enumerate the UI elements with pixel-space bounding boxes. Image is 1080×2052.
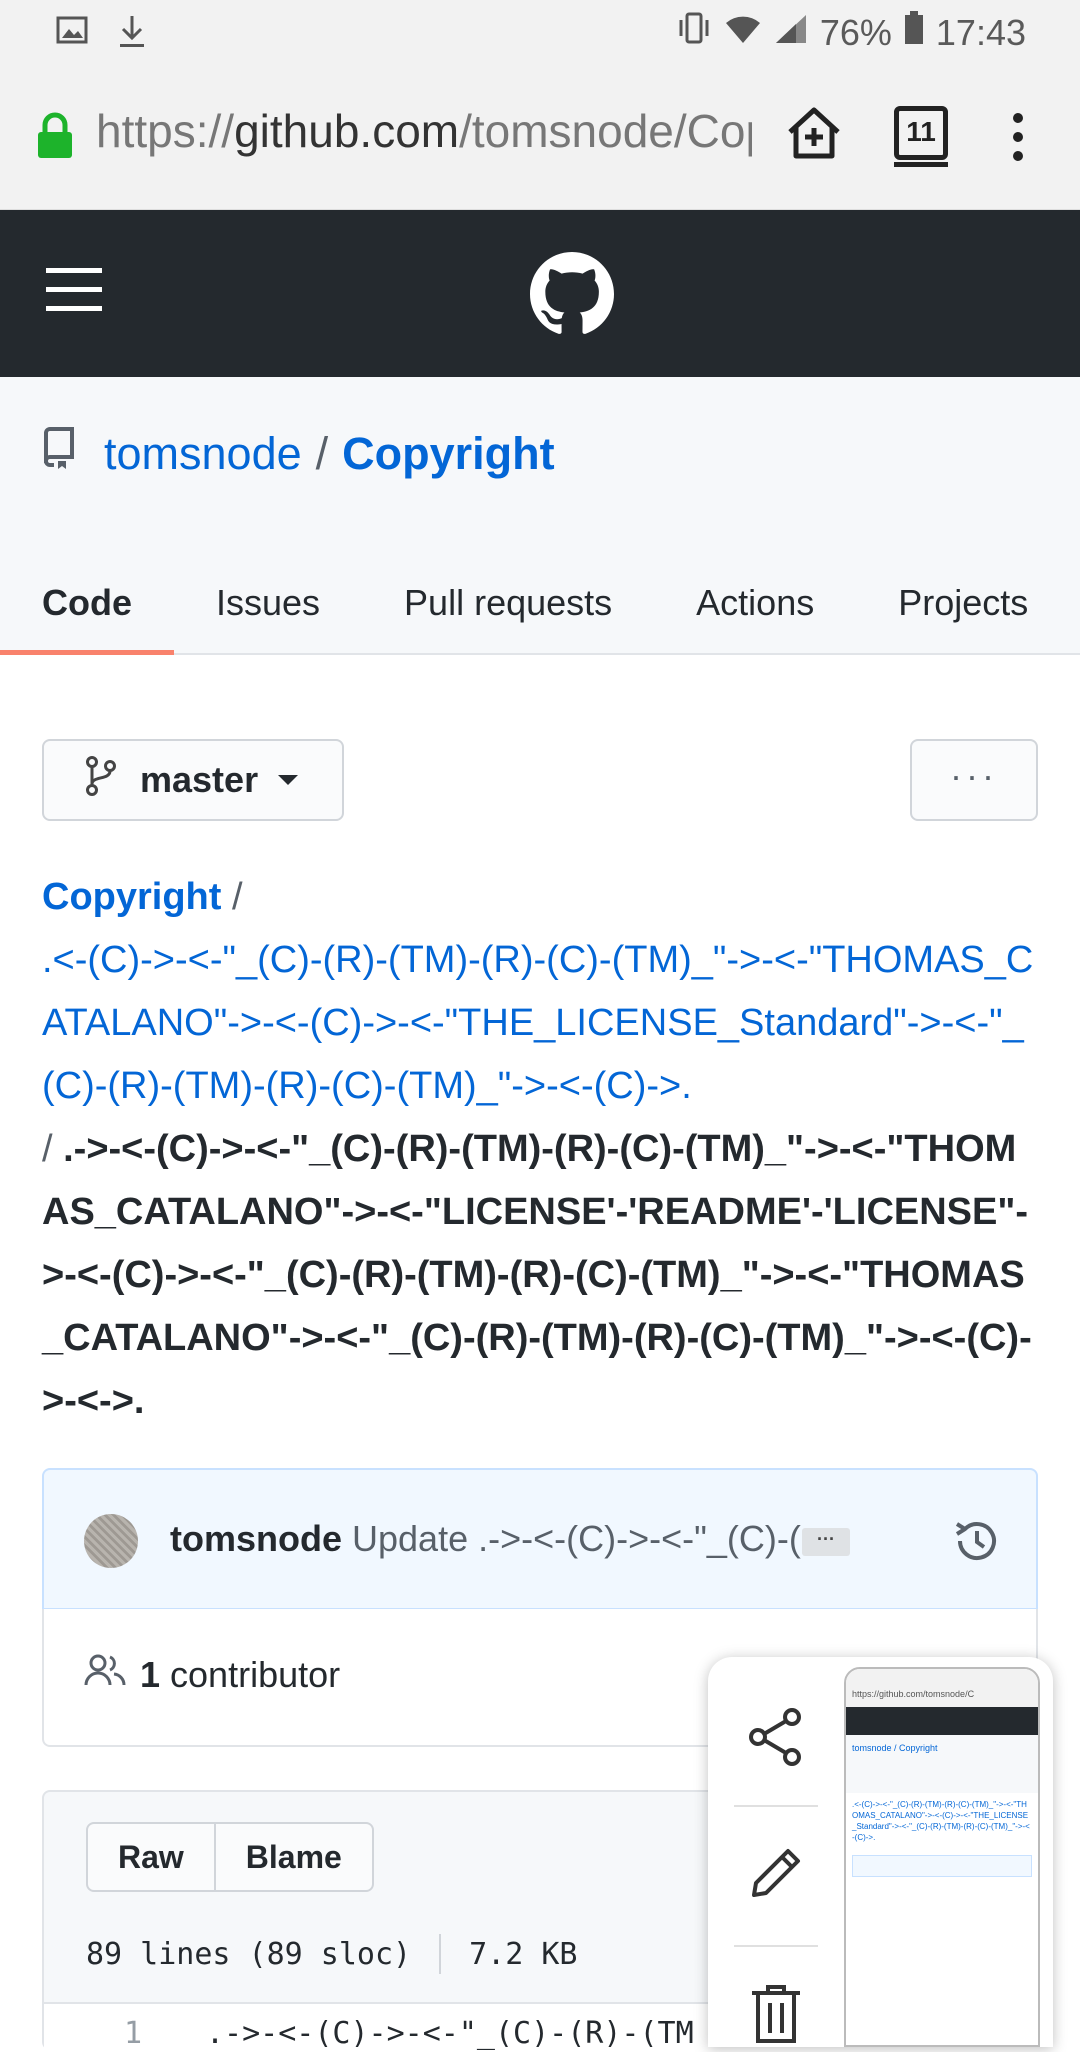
file-path-breadcrumb: Copyright / .<-(C)->-<-"_(C)-(R)-(TM)-(R…	[42, 866, 1042, 1433]
thumb-header	[846, 1707, 1038, 1735]
browser-toolbar: https://github.com/tomsnode/Copyright 11	[0, 64, 1080, 210]
contributors-link[interactable]: 1 contributor	[84, 1653, 340, 1696]
gallery-icon	[56, 14, 88, 55]
history-icon[interactable]	[952, 1516, 1002, 1571]
avatar[interactable]	[84, 1514, 138, 1568]
commit-expand-button[interactable]: ···	[802, 1528, 850, 1556]
repo-header: tomsnode / Copyright Code Issues Pull re…	[0, 377, 1080, 655]
breadcrumb-separator: /	[221, 876, 243, 918]
signal-icon	[774, 12, 808, 54]
breadcrumb-root-link[interactable]: Copyright	[42, 876, 221, 918]
tab-issues[interactable]: Issues	[174, 563, 362, 655]
repo-owner-link[interactable]: tomsnode	[104, 428, 302, 480]
thumb-url: https://github.com/tomsnode/C	[846, 1683, 1038, 1707]
overflow-menu-icon[interactable]	[1010, 112, 1026, 167]
file-actions-group: Raw Blame	[86, 1822, 374, 1892]
divider	[734, 1945, 818, 1947]
status-bar: 76% 17:43	[0, 0, 1080, 64]
branch-name: master	[140, 759, 259, 800]
share-icon[interactable]	[746, 1707, 806, 1772]
hamburger-menu-icon[interactable]	[46, 266, 102, 319]
latest-commit-box: tomsnode Update .->-<-(C)->-<-"_(C)-(... …	[42, 1468, 1038, 1610]
thumb-commit	[852, 1855, 1032, 1877]
tab-projects[interactable]: Projects	[856, 563, 1070, 655]
url-field[interactable]: https://github.com/tomsnode/Copyright	[96, 104, 752, 164]
repo-title: tomsnode / Copyright	[42, 427, 555, 480]
file-size: 7.2 KB	[469, 1936, 578, 1972]
edit-pencil-icon[interactable]	[746, 1843, 806, 1908]
repo-name-link[interactable]: Copyright	[342, 428, 554, 480]
wifi-icon	[724, 12, 762, 54]
battery-icon	[904, 11, 924, 54]
thumb-repo: tomsnode / Copyright	[846, 1735, 1038, 1793]
home-button[interactable]	[784, 104, 844, 169]
repo-tabnav: Code Issues Pull requests Actions Projec…	[0, 563, 1070, 655]
thumb-body: .<-(C)->-<-"_(C)-(R)-(TM)-(R)-(C)-(TM)_"…	[852, 1800, 1030, 1842]
tab-switcher-button[interactable]: 11	[894, 106, 948, 167]
breadcrumb-folder-link[interactable]: .<-(C)->-<-"_(C)-(R)-(TM)-(R)-(C)-(TM)_"…	[42, 939, 1033, 1107]
people-icon	[84, 1653, 126, 1696]
thumb-status-bar	[846, 1669, 1038, 1683]
breadcrumb-file-name: .->-<-(C)->-<-"_(C)-(R)-(TM)-(R)-(C)-(TM…	[42, 1128, 1032, 1422]
commit-summary: tomsnode Update .->-<-(C)->-<-"_(C)-(...	[170, 1518, 910, 1560]
tab-code[interactable]: Code	[0, 563, 174, 655]
file-line-count: 89 lines (89 sloc)	[86, 1936, 412, 1972]
blame-button[interactable]: Blame	[213, 1824, 372, 1890]
chevron-down-icon	[278, 775, 299, 785]
battery-percent: 76%	[819, 11, 892, 53]
raw-button[interactable]: Raw	[88, 1824, 214, 1890]
download-icon	[116, 14, 148, 55]
tab-actions[interactable]: Actions	[654, 563, 856, 655]
commit-message-link[interactable]: Update .->-<-(C)->-<-"_(C)-(...	[352, 1518, 831, 1559]
file-info: 89 lines (89 sloc) 7.2 KB	[86, 1934, 577, 1974]
divider	[734, 1805, 818, 1807]
screenshot-thumbnail[interactable]: https://github.com/tomsnode/C tomsnode /…	[844, 1667, 1040, 2047]
github-header	[0, 210, 1080, 377]
clock: 17:43	[935, 11, 1026, 53]
tab-pull-requests[interactable]: Pull requests	[362, 563, 654, 655]
branch-selector-button[interactable]: master	[42, 739, 344, 821]
git-branch-icon	[84, 755, 118, 805]
commit-author-link[interactable]: tomsnode	[170, 1518, 342, 1559]
screenshot-action-panel: https://github.com/tomsnode/C tomsnode /…	[708, 1657, 1053, 2047]
contributor-count: 1	[140, 1653, 161, 1695]
repo-separator: /	[315, 427, 329, 479]
contributor-label: contributor	[170, 1653, 341, 1695]
divider	[439, 1934, 442, 1974]
vibrate-icon	[676, 10, 712, 55]
breadcrumb-separator: /	[42, 1128, 64, 1170]
repo-icon	[42, 427, 76, 480]
lock-icon	[36, 112, 74, 165]
more-options-button[interactable]: ···	[910, 739, 1038, 821]
github-logo-icon[interactable]	[530, 252, 614, 341]
delete-trash-icon[interactable]	[746, 1983, 806, 2047]
